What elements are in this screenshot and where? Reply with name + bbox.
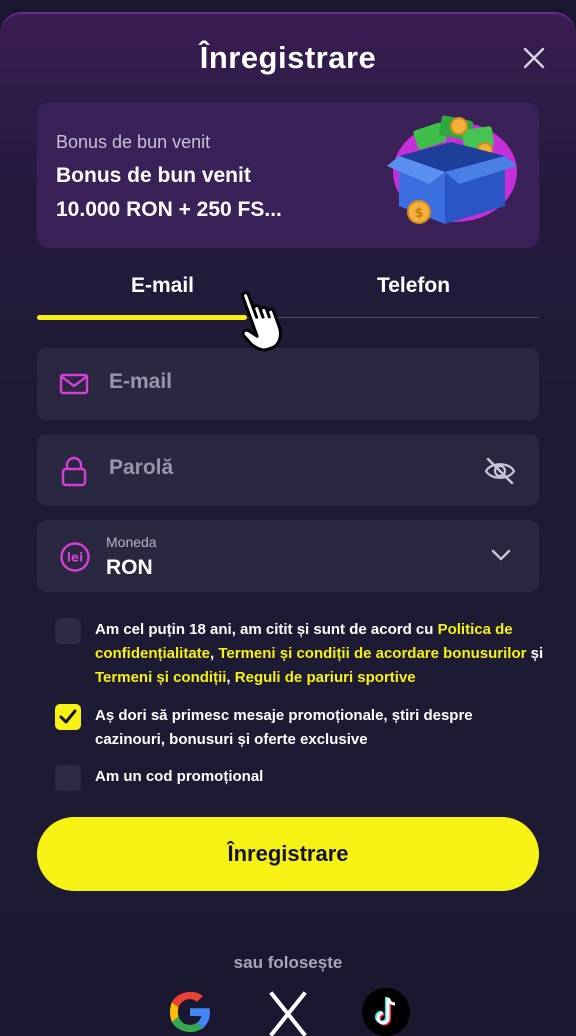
check-icon <box>59 709 77 724</box>
svg-text:$: $ <box>414 206 423 221</box>
envelope-icon <box>59 373 89 395</box>
bonus-subtitle: Bonus de bun venit <box>56 132 211 152</box>
registration-modal: Înregistrare Bonus de bun venit Bonus de… <box>0 12 576 912</box>
email-field[interactable]: E-mail <box>37 348 539 420</box>
close-icon[interactable] <box>522 46 546 70</box>
chevron-down-icon <box>491 549 511 561</box>
terms-text: Am cel puțin 18 ani, am citit și sunt de… <box>95 621 544 686</box>
promo-messages-text: Aș dori să primesc mesaje promoționale, … <box>95 707 473 748</box>
promo-messages-checkbox[interactable] <box>55 704 81 730</box>
eye-off-icon[interactable] <box>483 456 517 486</box>
currency-select[interactable]: lei Moneda RON <box>37 520 539 592</box>
tab-phone[interactable]: Telefon <box>288 269 539 303</box>
lock-icon <box>61 456 87 487</box>
currency-label: Moneda <box>106 534 157 550</box>
password-placeholder: Parolă <box>109 456 174 479</box>
sports-betting-rules-link[interactable]: Reguli de pariuri sportive <box>235 669 416 686</box>
password-field[interactable]: Parolă <box>37 434 539 506</box>
tiktok-icon[interactable] <box>362 988 410 1036</box>
promo-code-text: Am un cod promoțional <box>95 768 264 785</box>
svg-text:lei: lei <box>67 551 83 565</box>
bonus-title-line2: 10.000 RON + 250 FS... <box>56 198 282 221</box>
x-icon[interactable] <box>264 988 312 1036</box>
bonus-title-line1: Bonus de bun venit <box>56 164 251 187</box>
modal-title: Înregistrare <box>199 40 377 75</box>
currency-value: RON <box>106 556 153 579</box>
welcome-bonus-card[interactable]: Bonus de bun venit Bonus de bun venit 10… <box>37 102 539 248</box>
bonus-terms-link[interactable]: Termeni și condiții de acordare bonusuri… <box>218 645 526 662</box>
register-button[interactable]: Înregistrare <box>37 817 539 891</box>
promo-code-checkbox[interactable] <box>55 765 81 791</box>
hand-cursor-icon <box>241 291 282 352</box>
google-icon[interactable] <box>166 988 214 1036</box>
email-placeholder: E-mail <box>109 370 173 393</box>
gift-box-icon: $ <box>387 115 517 224</box>
terms-checkbox[interactable] <box>55 618 81 644</box>
terms-link[interactable]: Termeni și condiții <box>95 669 226 686</box>
tab-active-indicator <box>37 315 247 320</box>
social-login-label: sau folosește <box>233 953 343 972</box>
lei-icon: lei <box>60 542 90 572</box>
